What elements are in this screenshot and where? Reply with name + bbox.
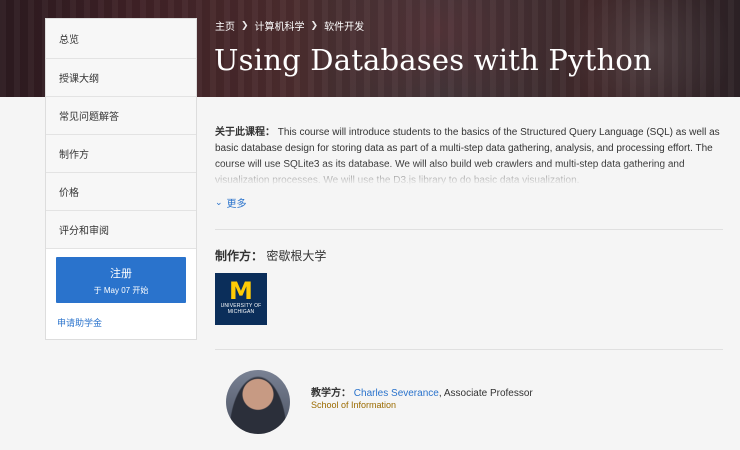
- chevron-right-icon: ❯: [241, 20, 249, 30]
- sidebar-item-ratings[interactable]: 评分和审阅: [46, 211, 196, 249]
- producer-row: 制作方： 密歇根大学: [215, 247, 326, 264]
- producer-label: 制作方：: [215, 249, 264, 263]
- breadcrumb-category[interactable]: 计算机科学: [255, 18, 305, 33]
- financial-aid-link[interactable]: 申请助学金: [57, 316, 102, 329]
- instructor-school: School of Information: [311, 400, 397, 410]
- sidebar-item-syllabus[interactable]: 授课大纲: [46, 59, 196, 97]
- breadcrumb-home[interactable]: 主页: [215, 18, 235, 33]
- breadcrumb: 主页 ❯ 计算机科学 ❯ 软件开发: [215, 18, 364, 33]
- instructor-avatar[interactable]: [226, 370, 290, 434]
- sidebar-item-pricing[interactable]: 价格: [46, 173, 196, 211]
- course-sidebar: 总览 授课大纲 常见问题解答 制作方 价格 评分和审阅 注册 于 May 07 …: [45, 18, 197, 340]
- sidebar-item-creators[interactable]: 制作方: [46, 135, 196, 173]
- university-logo[interactable]: M UNIVERSITY OF MICHIGAN: [215, 273, 267, 325]
- breadcrumb-subcategory[interactable]: 软件开发: [324, 18, 364, 33]
- about-label: 关于此课程：: [215, 127, 275, 138]
- show-more-link[interactable]: ⌄ 更多: [215, 195, 247, 210]
- enroll-label: 注册: [110, 267, 132, 280]
- logo-block-m: M: [229, 277, 253, 305]
- instructor-label: 教学方：: [311, 388, 351, 399]
- sidebar-item-overview[interactable]: 总览: [46, 19, 196, 59]
- sidebar-item-faq[interactable]: 常见问题解答: [46, 97, 196, 135]
- chevron-right-icon: ❯: [310, 20, 319, 30]
- enroll-start-date: 于 May 07 开始: [93, 285, 149, 295]
- instructor-name-link[interactable]: Charles Severance: [354, 388, 439, 399]
- section-divider: [215, 229, 723, 230]
- show-more-label: 更多: [226, 199, 247, 210]
- chevron-down-icon: ⌄: [215, 197, 223, 207]
- course-title: Using Databases with Python: [214, 43, 652, 77]
- producer-name: 密歇根大学: [266, 249, 327, 263]
- instructor-row: 教学方： Charles Severance, Associate Profes…: [311, 384, 533, 399]
- about-section: 关于此课程： This course will introduce studen…: [215, 125, 723, 185]
- enroll-button[interactable]: 注册 于 May 07 开始: [56, 257, 186, 303]
- instructor-title: , Associate Professor: [438, 388, 533, 399]
- logo-text-line2: MICHIGAN: [227, 309, 255, 315]
- section-divider: [215, 349, 723, 350]
